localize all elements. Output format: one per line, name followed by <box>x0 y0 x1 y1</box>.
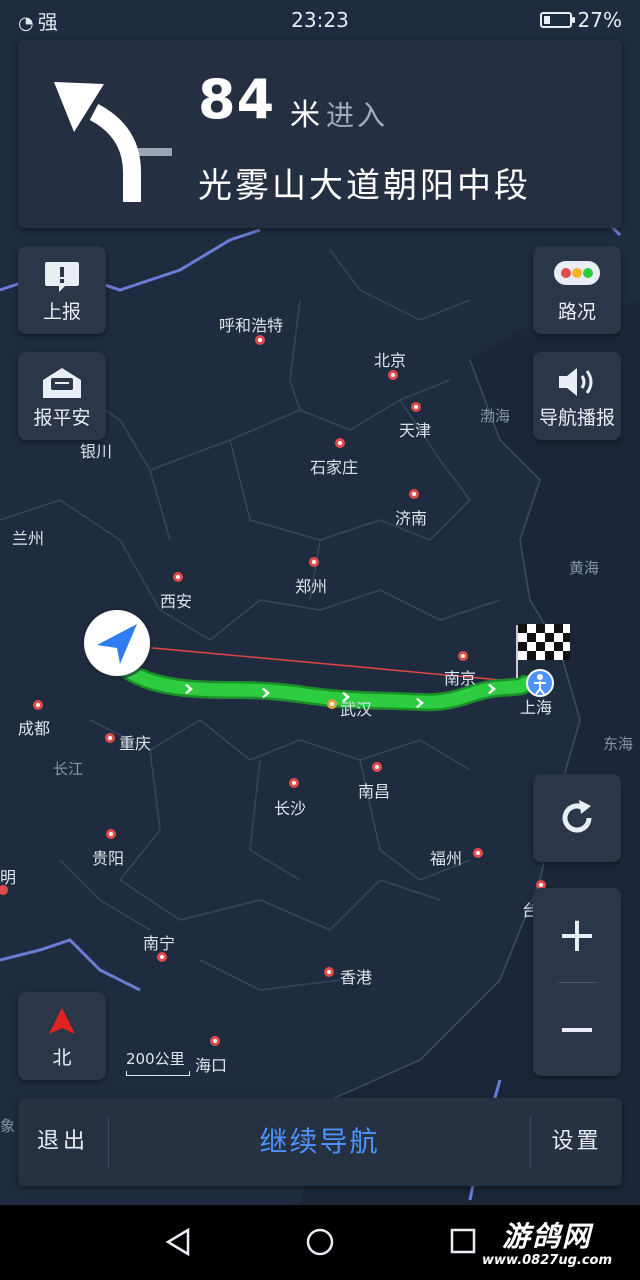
zoom-in-button[interactable]: + <box>533 888 621 982</box>
battery-percent: 27% <box>577 8 622 32</box>
traffic-label: 路况 <box>557 301 596 323</box>
city-label: 成都 <box>18 719 51 738</box>
home-icon[interactable] <box>305 1227 335 1257</box>
city-label: 南宁 <box>143 934 176 953</box>
distance-unit: 米 <box>290 98 320 133</box>
city-label: 武汉 <box>340 700 373 719</box>
report-button[interactable]: 上报 <box>18 246 106 334</box>
zoom-controls: + − <box>533 888 621 1076</box>
city-label: 石家庄 <box>310 458 359 477</box>
report-icon <box>18 260 106 294</box>
action-text: 进入 <box>326 99 389 132</box>
city-label: 福州 <box>430 849 463 868</box>
scale-bar: 200公里 <box>126 1048 190 1076</box>
city-label: 明 <box>0 868 17 887</box>
traffic-button[interactable]: 路况 <box>533 246 621 334</box>
destination-person-icon <box>526 669 554 697</box>
city-label: 北京 <box>374 351 407 370</box>
compass-label: 北 <box>52 1047 72 1069</box>
city-label: 西安 <box>160 592 193 611</box>
report-safe-label: 报平安 <box>33 407 91 429</box>
sea-label: 渤海 <box>480 407 511 425</box>
north-arrow-icon <box>18 1006 106 1036</box>
speaker-icon <box>533 366 621 398</box>
report-label: 上报 <box>42 301 81 323</box>
back-icon[interactable] <box>164 1227 192 1257</box>
zoom-out-button[interactable]: − <box>533 982 621 1076</box>
city-label: 天津 <box>399 421 432 440</box>
traffic-light-icon <box>533 260 621 286</box>
city-label: 银川 <box>80 442 113 461</box>
scale-label: 200公里 <box>126 1050 185 1068</box>
road-name: 光雾山大道朝阳中段 <box>198 166 531 206</box>
city-label: 上海 <box>520 698 553 717</box>
voice-broadcast-label: 导航播报 <box>538 407 615 429</box>
turn-left-arrow-icon <box>54 82 172 202</box>
city-label: 南昌 <box>358 782 391 801</box>
city-label: 香港 <box>340 968 373 987</box>
settings-button[interactable]: 设置 <box>531 1098 622 1186</box>
status-bar: ◔ 强 23:23 27% <box>0 0 640 40</box>
exit-button[interactable]: 退出 <box>18 1098 108 1186</box>
recents-icon[interactable] <box>450 1227 476 1255</box>
distance-value: 84 <box>198 68 276 131</box>
city-label: 济南 <box>395 509 428 528</box>
turn-guidance-panel[interactable]: 84 米 进入 光雾山大道朝阳中段 <box>18 40 622 228</box>
envelope-icon <box>18 366 106 400</box>
voice-broadcast-button[interactable]: 导航播报 <box>533 352 621 440</box>
city-label: 贵阳 <box>92 849 125 868</box>
continue-navigation-button[interactable]: 继续导航 <box>109 1098 530 1186</box>
refresh-route-button[interactable] <box>533 774 621 862</box>
battery-icon <box>539 12 575 28</box>
navigation-action-bar: 退出 继续导航 设置 <box>18 1098 622 1186</box>
city-label: 南京 <box>444 669 477 688</box>
city-label: 长沙 <box>274 799 307 818</box>
scale-ruler <box>126 1071 190 1076</box>
city-label: 兰州 <box>12 529 45 548</box>
sea-label: 东海 <box>603 735 634 753</box>
city-label: 呼和浩特 <box>219 316 284 335</box>
watermark-name: 游鸽网 <box>501 1220 592 1253</box>
current-location-icon <box>81 607 153 679</box>
sea-label: 象 <box>0 1117 16 1135</box>
system-nav-bar: 游鸽网 www.0827ug.com <box>0 1205 640 1280</box>
city-label: 重庆 <box>119 734 152 753</box>
refresh-icon <box>533 796 621 840</box>
sea-label: 黄海 <box>569 559 600 577</box>
city-label: 郑州 <box>295 577 328 596</box>
watermark: 游鸽网 www.0827ug.com <box>482 1215 612 1268</box>
city-label: 海口 <box>195 1056 228 1075</box>
report-safe-button[interactable]: 报平安 <box>18 352 106 440</box>
battery-indicator: 27% <box>539 8 622 32</box>
sea-label: 长江 <box>53 760 84 778</box>
watermark-url: www.0827ug.com <box>482 1253 612 1268</box>
compass-button[interactable]: 北 <box>18 992 106 1080</box>
